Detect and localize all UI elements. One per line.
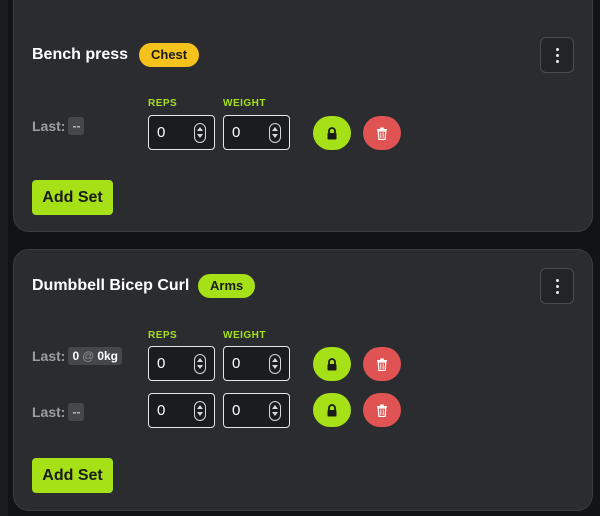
more-vertical-icon — [555, 47, 559, 63]
lock-icon — [327, 357, 337, 370]
lock-icon — [327, 126, 337, 139]
reps-value: 0 — [157, 124, 166, 141]
reps-input[interactable]: 0 — [148, 393, 215, 428]
weight-value: 0 — [232, 124, 241, 141]
last-at-symbol: @ — [82, 349, 95, 363]
stepper-icon[interactable] — [194, 353, 206, 374]
last-value-badge: -- — [68, 117, 85, 135]
reps-input[interactable]: 0 — [148, 346, 215, 381]
exercise-card-bench-press: Bench press Chest REPS WEIGHT Last: -- 0… — [13, 0, 593, 232]
reps-input[interactable]: 0 — [148, 115, 215, 150]
trash-icon — [377, 404, 387, 417]
last-label: Last: — [32, 348, 66, 364]
delete-set-button[interactable] — [363, 393, 401, 427]
lock-icon — [327, 403, 337, 416]
left-edge-strip — [0, 0, 8, 516]
stepper-icon[interactable] — [194, 122, 206, 143]
weight-column-label: WEIGHT — [223, 330, 266, 341]
lock-set-button[interactable] — [313, 347, 351, 381]
last-value-badge: -- — [68, 403, 85, 421]
stepper-icon[interactable] — [269, 400, 281, 421]
more-vertical-icon — [555, 278, 559, 294]
trash-icon — [377, 358, 387, 371]
reps-value: 0 — [157, 402, 166, 419]
last-weight: 0kg — [97, 349, 119, 363]
stepper-icon[interactable] — [269, 353, 281, 374]
add-set-button[interactable]: Add Set — [32, 458, 113, 493]
delete-set-button[interactable] — [363, 347, 401, 381]
weight-input[interactable]: 0 — [223, 346, 290, 381]
last-reps: 0 — [72, 349, 80, 363]
delete-set-button[interactable] — [363, 116, 401, 150]
exercise-title: Dumbbell Bicep Curl — [32, 277, 190, 294]
add-set-button[interactable]: Add Set — [32, 180, 113, 215]
last-set-info: Last: -- — [32, 403, 85, 421]
weight-input[interactable]: 0 — [223, 115, 290, 150]
exercise-menu-button[interactable] — [540, 268, 574, 304]
reps-column-label: REPS — [148, 98, 178, 109]
last-set-info: Last: -- — [32, 117, 85, 135]
muscle-tag-chest[interactable]: Chest — [139, 43, 200, 67]
trash-icon — [377, 127, 387, 140]
muscle-tag-arms[interactable]: Arms — [198, 274, 256, 298]
reps-column-label: REPS — [148, 330, 178, 341]
weight-column-label: WEIGHT — [223, 98, 266, 109]
exercise-title: Bench press — [32, 46, 129, 63]
lock-set-button[interactable] — [313, 116, 351, 150]
reps-value: 0 — [157, 355, 166, 372]
last-label: Last: — [32, 118, 66, 134]
lock-set-button[interactable] — [313, 393, 351, 427]
weight-value: 0 — [232, 402, 241, 419]
last-label: Last: — [32, 404, 66, 420]
exercise-card-dumbbell-bicep-curl: Dumbbell Bicep Curl Arms REPS WEIGHT Las… — [13, 249, 593, 511]
exercise-menu-button[interactable] — [540, 37, 574, 73]
stepper-icon[interactable] — [194, 400, 206, 421]
stepper-icon[interactable] — [269, 122, 281, 143]
weight-value: 0 — [232, 355, 241, 372]
last-value-badge: 0 @0kg — [68, 347, 123, 365]
weight-input[interactable]: 0 — [223, 393, 290, 428]
last-set-info: Last: 0 @0kg — [32, 347, 123, 365]
